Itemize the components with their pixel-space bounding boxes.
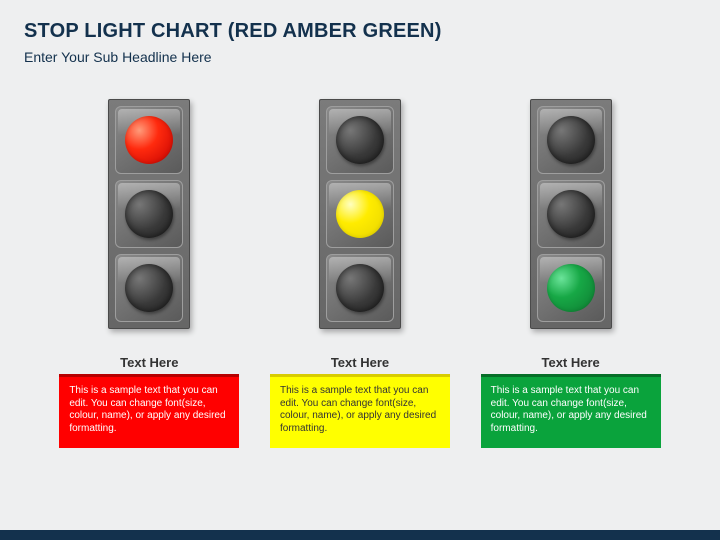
caption-col-yellow: Text Here This is a sample text that you… [265,355,455,448]
bulb-off-icon [336,116,384,164]
captions-row: Text Here This is a sample text that you… [24,355,696,448]
light-cell-mid [537,180,605,248]
light-cell-top [326,106,394,174]
caption-col-red: Text Here This is a sample text that you… [54,355,244,448]
traffic-light-red [79,99,219,329]
light-cell-top [537,106,605,174]
bulb-off-icon [336,264,384,312]
light-cell-mid [326,180,394,248]
slide: Stop Light Chart (Red Amber Green) Enter… [0,0,720,540]
light-housing [530,99,612,329]
page-title: Stop Light Chart (Red Amber Green) [24,20,696,43]
traffic-lights-row [24,99,696,329]
light-cell-top [115,106,183,174]
light-cell-bot [326,254,394,322]
bulb-off-icon [547,116,595,164]
caption-box: This is a sample text that you can edit.… [270,374,450,448]
bulb-red-icon [125,116,173,164]
bulb-off-icon [125,264,173,312]
bulb-yellow-icon [336,190,384,238]
caption-title: Text Here [331,355,389,370]
light-cell-mid [115,180,183,248]
caption-title: Text Here [541,355,599,370]
bulb-off-icon [547,190,595,238]
caption-box: This is a sample text that you can edit.… [59,374,239,448]
traffic-light-amber [290,99,430,329]
light-cell-bot [537,254,605,322]
bulb-off-icon [125,190,173,238]
light-cell-bot [115,254,183,322]
page-subtitle: Enter Your Sub Headline Here [24,49,696,65]
footer-bar [0,530,720,540]
light-housing [108,99,190,329]
caption-box: This is a sample text that you can edit.… [481,374,661,448]
light-housing [319,99,401,329]
caption-col-green: Text Here This is a sample text that you… [476,355,666,448]
bulb-green-icon [547,264,595,312]
traffic-light-green [501,99,641,329]
caption-title: Text Here [120,355,178,370]
